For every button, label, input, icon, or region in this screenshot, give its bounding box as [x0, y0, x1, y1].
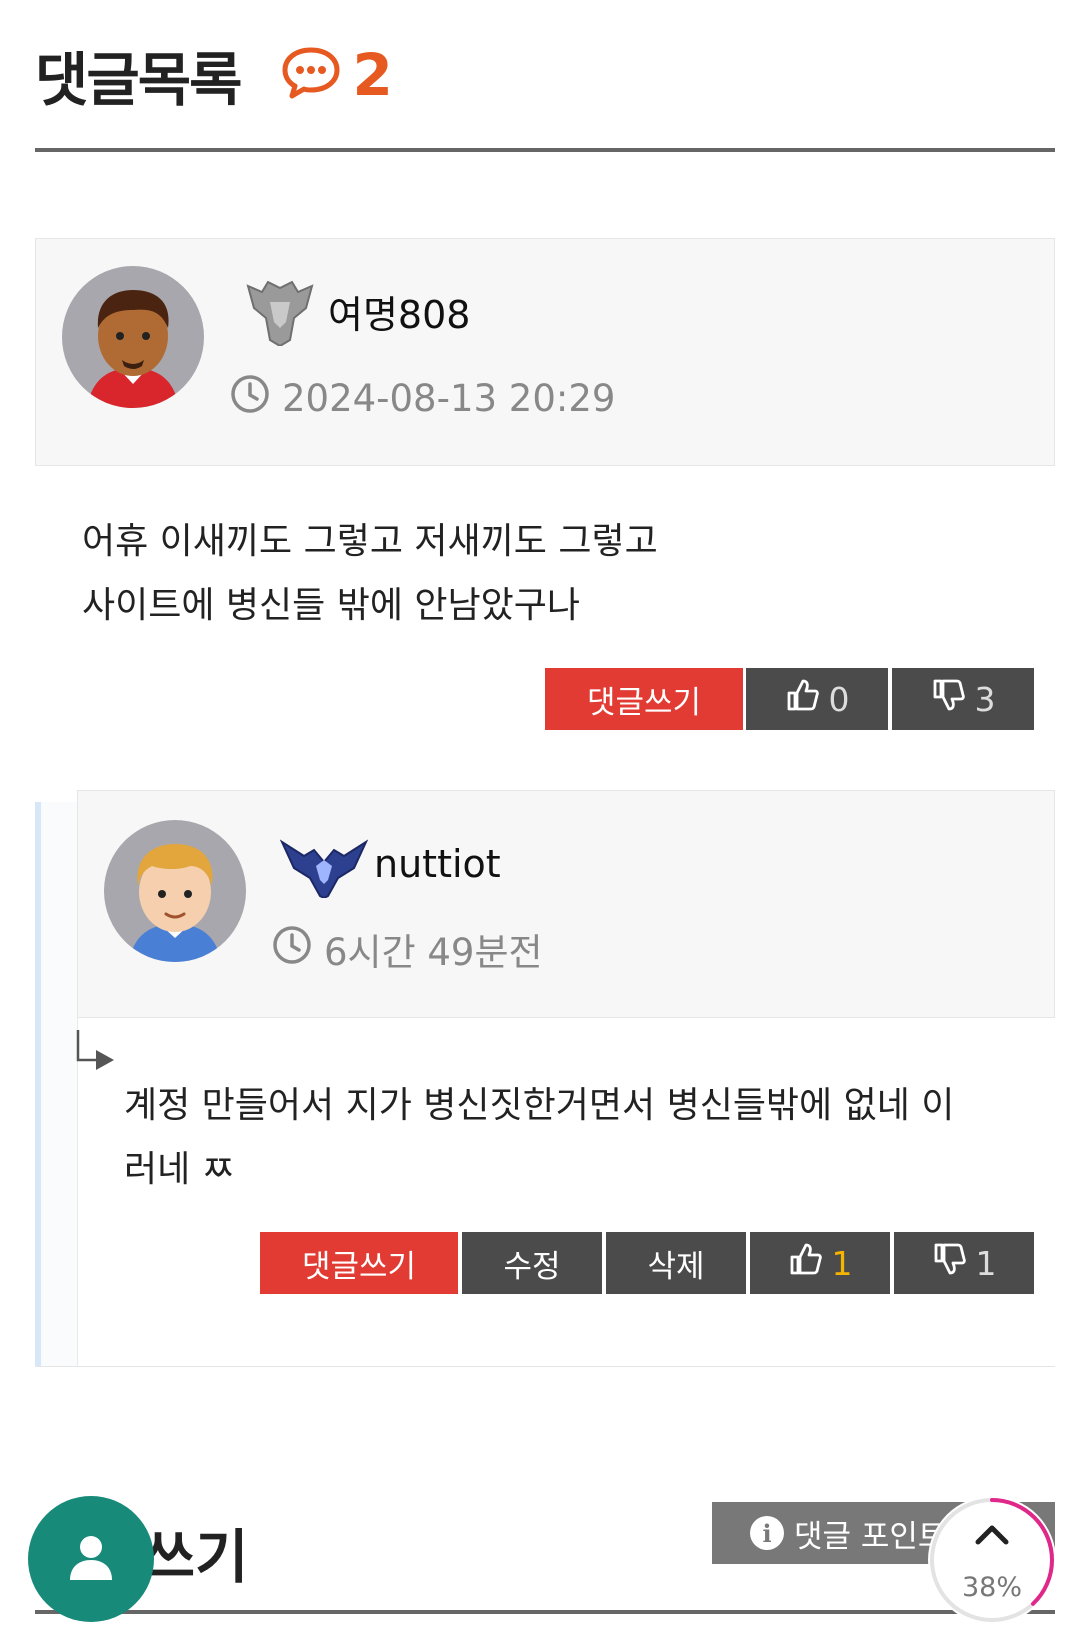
avatar[interactable] — [104, 820, 246, 962]
scroll-progress-ring — [930, 1498, 1054, 1622]
reply-line: 계정 만들어서 지가 병신짓한거면서 병신들밖에 없네 이 — [124, 1085, 955, 1126]
info-icon: i — [750, 1516, 784, 1550]
rank-badge-icon — [279, 838, 369, 902]
reply-body: 계정 만들어서 지가 병신짓한거면서 병신들밖에 없네 이 러네 ㅉ — [124, 1074, 954, 1202]
write-divider — [35, 1610, 1055, 1614]
comment-count-number: 2 — [352, 41, 393, 109]
dislike-button[interactable]: 1 — [894, 1232, 1034, 1294]
dislike-count: 3 — [974, 679, 996, 719]
chevron-up-icon — [972, 1518, 1012, 1552]
avatar[interactable] — [62, 266, 204, 408]
comment-time-text: 2024-08-13 20:29 — [282, 377, 616, 420]
comment-list-header: 댓글목록 2 — [35, 40, 393, 114]
reply-button[interactable]: 댓글쓰기 — [260, 1232, 458, 1294]
comment-line: 어휴 이새끼도 그렇고 저새끼도 그렇고 — [82, 521, 658, 562]
edit-button[interactable]: 수정 — [462, 1232, 602, 1294]
comment-point-label: 댓글 포인트 — [794, 1518, 947, 1555]
header-divider — [35, 148, 1055, 152]
comment-timestamp: 2024-08-13 20:29 — [230, 374, 615, 423]
comment-body: 어휴 이새끼도 그렇고 저새끼도 그렇고 사이트에 병신들 밖에 안남았구나 — [82, 510, 658, 638]
thumbs-up-icon — [785, 678, 819, 720]
scroll-percent: 38% — [961, 1572, 1022, 1603]
thumbs-down-icon — [931, 678, 965, 720]
user-icon — [66, 1532, 116, 1586]
clock-icon — [272, 925, 324, 974]
like-count: 1 — [831, 1243, 853, 1283]
delete-button[interactable]: 삭제 — [606, 1232, 746, 1294]
reply-line: 러네 ㅉ — [124, 1149, 235, 1190]
thumbs-up-icon — [788, 1242, 822, 1284]
reply-arrow-icon — [74, 1030, 120, 1076]
thumbs-down-icon — [932, 1242, 966, 1284]
like-count: 0 — [828, 679, 850, 719]
clock-icon — [230, 374, 282, 423]
comment-count: 2 — [280, 41, 393, 109]
reply-time-text: 6시간 49분전 — [324, 931, 543, 974]
comment-line: 사이트에 병신들 밖에 안남았구나 — [82, 585, 581, 626]
reply-button[interactable]: 댓글쓰기 — [545, 668, 743, 730]
speech-bubble-icon — [280, 45, 342, 105]
reply-timestamp: 6시간 49분전 — [272, 922, 543, 976]
like-button[interactable]: 0 — [746, 668, 888, 730]
comment-author[interactable]: 여명808 — [328, 284, 470, 339]
reply-author[interactable]: nuttiot — [374, 842, 501, 886]
comment-list-bottom-divider — [35, 1366, 1055, 1367]
dislike-button[interactable]: 3 — [892, 668, 1034, 730]
like-button[interactable]: 1 — [750, 1232, 890, 1294]
dislike-count: 1 — [975, 1243, 997, 1283]
user-menu-button[interactable] — [28, 1496, 154, 1622]
rank-badge-icon — [242, 278, 318, 350]
scroll-to-top-button[interactable]: 38% — [928, 1496, 1056, 1624]
reply-indent-panel — [41, 802, 78, 1367]
comment-list-title: 댓글목록 — [35, 46, 242, 114]
